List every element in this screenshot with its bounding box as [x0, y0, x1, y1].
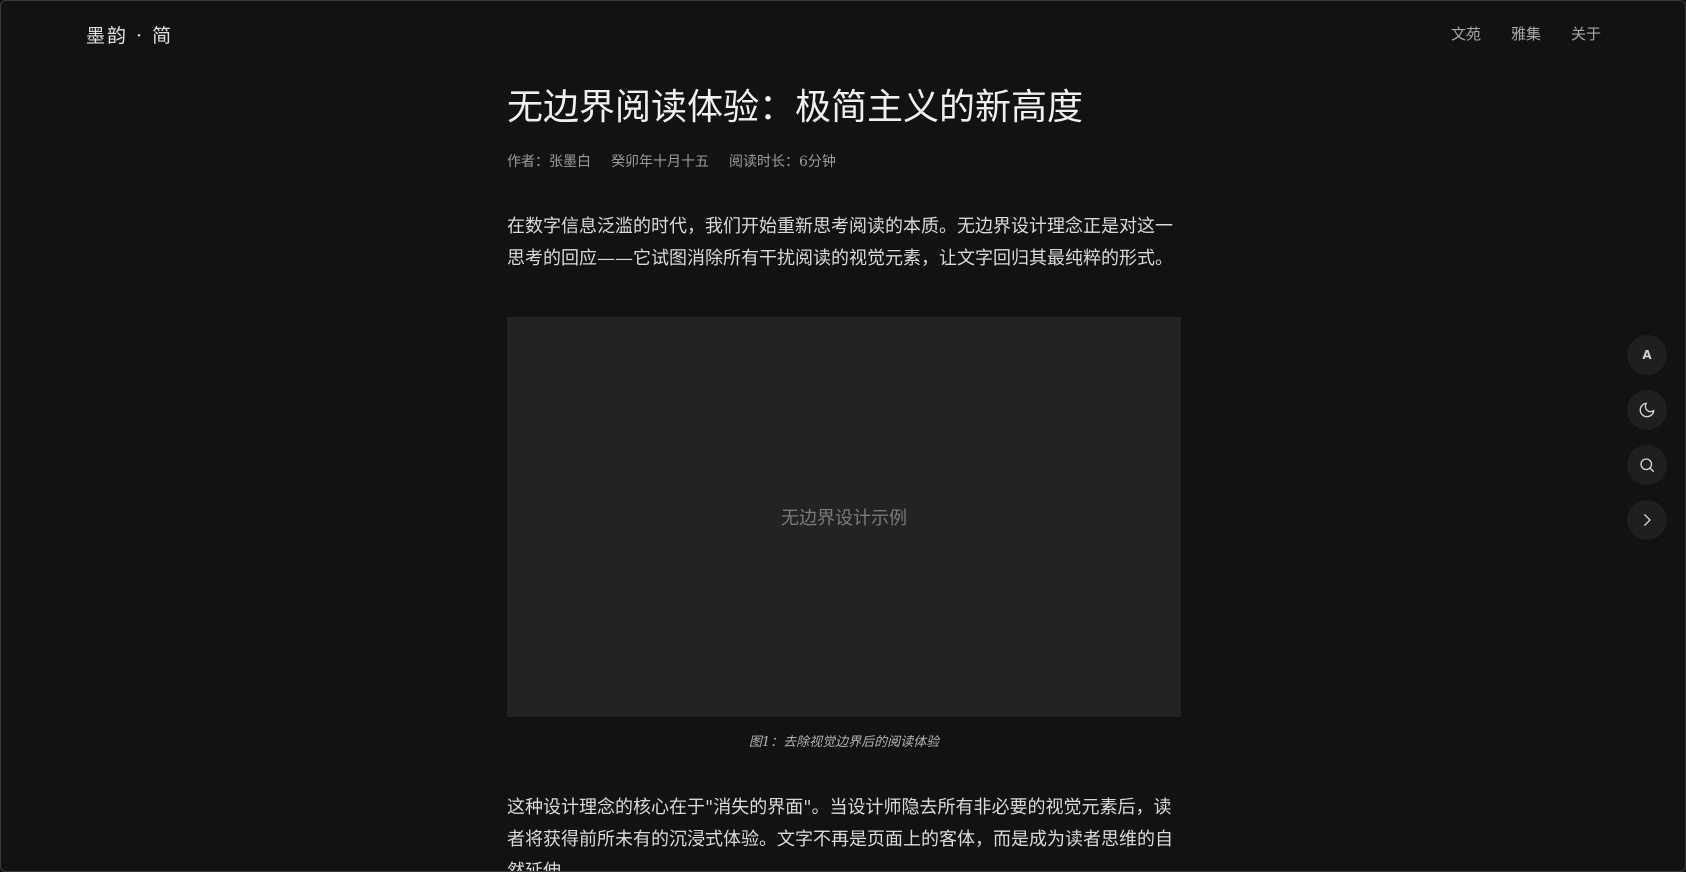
article-paragraph: 在数字信息泛滥的时代，我们开始重新思考阅读的本质。无边界设计理念正是对这一思考的… — [507, 216, 1173, 269]
article-read-time: 阅读时长：6分钟 — [729, 154, 836, 170]
reading-toolbar: A — [1627, 335, 1667, 540]
nav-link-yaji[interactable]: 雅集 — [1511, 23, 1541, 44]
font-size-button[interactable]: A — [1627, 335, 1667, 375]
nav-link-wenyuan[interactable]: 文苑 — [1451, 23, 1481, 44]
next-button[interactable] — [1627, 500, 1667, 540]
figure-caption: 图1：去除视觉边界后的阅读体验 — [748, 735, 940, 750]
top-nav: 文苑 雅集 关于 — [1451, 23, 1601, 44]
article-paragraph: 这种设计理念的核心在于"消失的界面"。当设计师隐去所有非必要的视觉元素后，读者将… — [507, 797, 1173, 872]
article: 无边界阅读体验：极简主义的新高度 作者：张墨白 癸卯年十月十五 阅读时长：6分钟… — [507, 83, 1181, 872]
search-button[interactable] — [1627, 445, 1667, 485]
article-date: 癸卯年十月十五 — [611, 154, 709, 170]
article-author: 作者：张墨白 — [507, 154, 591, 170]
search-icon — [1638, 456, 1656, 474]
app-window: 墨韵 · 简 文苑 雅集 关于 无边界阅读体验：极简主义的新高度 作者：张墨白 … — [0, 0, 1686, 872]
article-meta: 作者：张墨白 癸卯年十月十五 阅读时长：6分钟 — [507, 151, 1181, 171]
font-size-icon: A — [1642, 348, 1652, 362]
figure-image: 无边界设计示例 — [507, 317, 1181, 717]
moon-icon — [1638, 401, 1656, 419]
article-title: 无边界阅读体验：极简主义的新高度 — [507, 87, 1084, 128]
figure-placeholder-text: 无边界设计示例 — [781, 508, 907, 529]
chevron-right-icon — [1638, 511, 1656, 529]
site-logo[interactable]: 墨韵 · 简 — [86, 21, 173, 48]
nav-link-about[interactable]: 关于 — [1571, 23, 1601, 44]
dark-mode-button[interactable] — [1627, 390, 1667, 430]
